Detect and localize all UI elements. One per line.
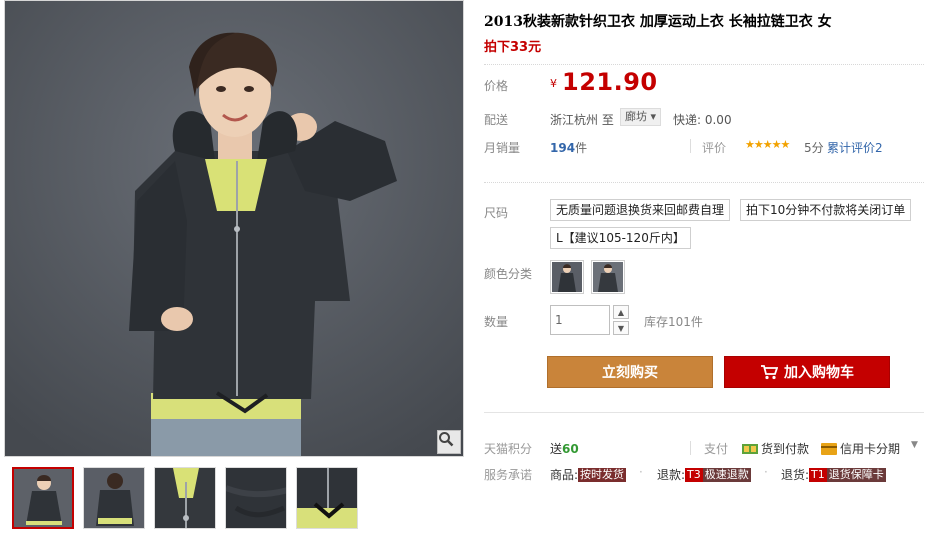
quantity-label: 数量 [484,315,509,329]
thumbnail-image [155,468,215,528]
refund-code-badge[interactable]: T3 [685,467,703,482]
price-label: 价格 [484,79,509,93]
cod-label: 货到付款 [761,442,810,456]
size-option-3[interactable]: L【建议105-120斤内】 [550,227,691,249]
size-option-1[interactable]: 无质量问题退换货来回邮费自理 [550,199,731,221]
shipping-destination-select[interactable]: 廊坊 ▾ [620,108,662,126]
rating-score: 5分 [804,141,824,155]
currency-symbol: ¥ [550,77,557,90]
size-label: 尺码 [484,206,509,220]
add-to-cart-button[interactable]: 加入购物车 [724,356,890,388]
monthly-sales-label: 月销量 [484,141,521,155]
swatch-image [593,262,623,292]
thumbnail-5[interactable] [296,467,358,529]
main-product-image[interactable] [4,0,464,457]
promise-refund: 退款: T3 极速退款 [657,466,751,483]
credit-card-label: 信用卡分期 [840,442,901,456]
shipping-fee: 快递: 0.00 [673,113,732,127]
points-label: 天猫积分 [484,442,533,456]
cod-icon [742,443,758,454]
points-value: 送60 [550,440,579,457]
quantity-decrease-button[interactable]: ▼ [613,321,629,335]
color-label: 颜色分类 [484,267,533,281]
sales-unit: 件 [575,141,588,155]
thumbnail-image [226,468,286,528]
separator-dot: · [639,465,643,479]
divider [690,139,691,153]
buy-now-button[interactable]: 立刻购买 [547,356,713,388]
shipping-destination-value: 廊坊 [625,110,647,123]
promise-goods: 商品: 按时发货 [550,466,627,483]
thumbnail-1[interactable] [12,467,74,529]
add-to-cart-label: 加入购物车 [784,365,854,381]
credit-card-icon [821,442,837,455]
payment-label: 支付 [704,442,729,456]
buy-now-label: 立刻购买 [602,365,658,381]
fast-refund-badge[interactable]: 极速退款 [702,467,751,482]
stock-count: 库存101件 [644,315,703,329]
shipping-from: 浙江杭州 至 [550,113,614,127]
sales-number: 194 [550,141,576,155]
shipping-label: 配送 [484,113,509,127]
promise-return: 退货: T1 退货保障卡 [781,466,886,483]
quantity-increase-button[interactable]: ▲ [613,305,629,319]
credit-card-installment[interactable]: 信用卡分期 [821,440,900,457]
size-option-2[interactable]: 拍下10分钟不付款将关闭订单 [740,199,912,221]
product-subtitle: 拍下33元 [484,40,542,55]
zoom-button[interactable] [437,430,461,454]
zoom-icon [439,432,454,447]
chevron-down-icon: ▼ [617,323,625,333]
on-time-shipping-badge[interactable]: 按时发货 [578,467,627,482]
return-code-badge[interactable]: T1 [809,467,827,482]
thumbnail-2[interactable] [83,467,145,529]
rating-stars: ★★★★★ [745,138,790,151]
services-panel: 天猫积分 送60 支付 货到付款 信用卡分期 ▼ 服务承诺 商品: 按时发货 · … [484,412,924,492]
cart-icon [761,365,778,380]
return-guarantee-badge[interactable]: 退货保障卡 [826,467,886,482]
rating-label: 评价 [702,141,727,155]
price-value: 121.90 [562,68,658,96]
thumbnail-image [14,469,72,527]
quantity-input[interactable] [550,305,610,335]
points-number: 60 [562,442,579,456]
thumbnail-image [297,468,357,528]
purchase-options: 尺码 无质量问题退换货来回邮费自理 拍下10分钟不付款将关闭订单 L【建议105… [484,182,924,404]
thumbnail-strip [12,467,358,529]
service-promise-label: 服务承诺 [484,468,533,482]
color-swatch-1[interactable] [550,260,584,294]
price-panel: 价格 ¥ 121.90 配送 浙江杭州 至 廊坊 ▾ 快递: 0.00 月销量 … [484,64,924,162]
monthly-sales-count: 194件 [550,139,587,156]
product-title: 2013秋装新款针织卫衣 加厚运动上衣 长袖拉链卫衣 女 [484,14,832,30]
thumbnail-image [84,468,144,528]
thumbnail-3[interactable] [154,467,216,529]
divider [690,441,691,455]
chevron-down-icon[interactable]: ▼ [911,440,918,450]
cash-on-delivery[interactable]: 货到付款 [742,440,809,457]
color-swatch-2[interactable] [591,260,625,294]
model-illustration [5,1,463,456]
points-prefix: 送 [550,442,563,456]
promise-refund-prefix: 退款: [657,468,686,482]
thumbnail-4[interactable] [225,467,287,529]
chevron-up-icon: ▲ [617,307,625,317]
separator-dot: · [764,465,768,479]
promise-goods-prefix: 商品: [550,468,579,482]
chevron-down-icon: ▾ [650,110,657,123]
swatch-image [552,262,582,292]
cumulative-reviews-link[interactable]: 累计评价2 [827,139,883,156]
promise-return-prefix: 退货: [781,468,810,482]
